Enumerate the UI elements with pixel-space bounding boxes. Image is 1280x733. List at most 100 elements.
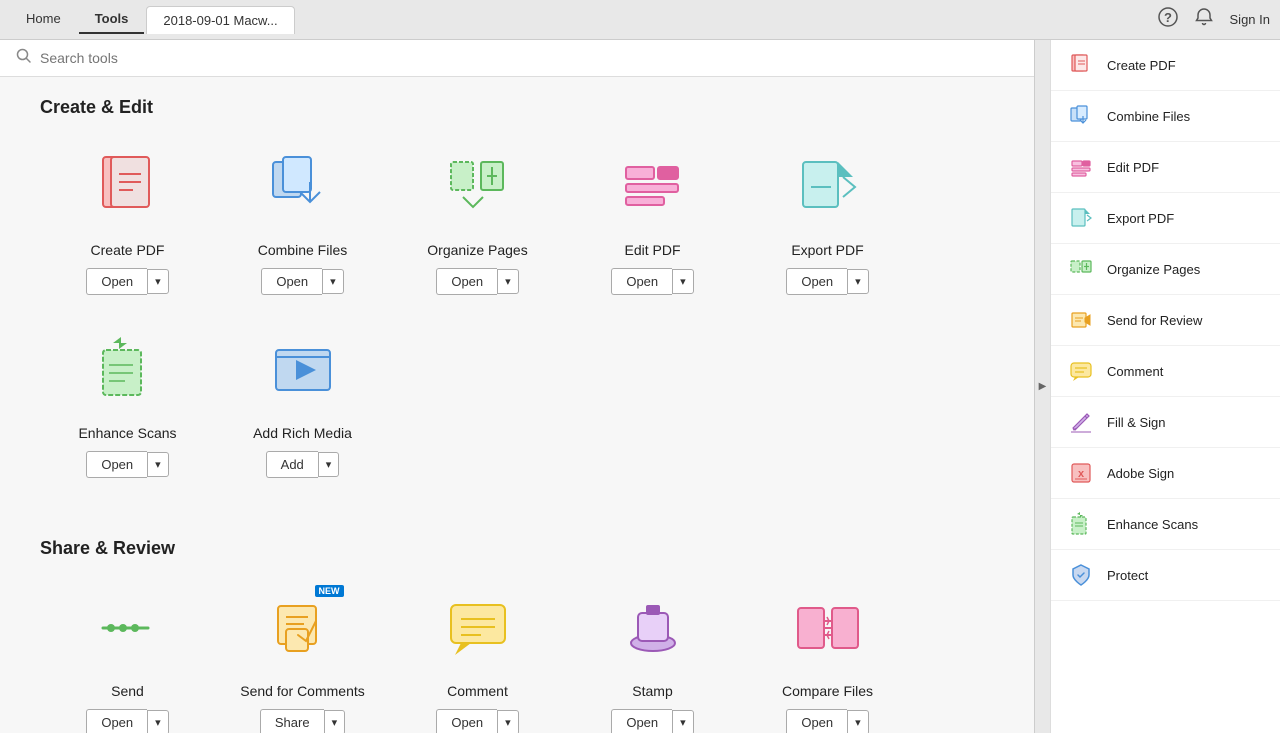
enhance-scans-icon xyxy=(83,325,173,415)
edit-pdf-arrow-btn[interactable]: ▾ xyxy=(672,269,694,294)
sidebar-create-pdf-icon xyxy=(1067,51,1095,79)
notifications-button[interactable] xyxy=(1194,7,1214,32)
tool-enhance-scans: Enhance Scans Open ▾ xyxy=(40,325,215,478)
sidebar-edit-pdf-label: Edit PDF xyxy=(1107,160,1159,175)
tab-home[interactable]: Home xyxy=(10,5,77,34)
tools-content: Create & Edit C xyxy=(0,77,1034,733)
sidebar-item-fill-sign[interactable]: Fill & Sign xyxy=(1051,397,1280,448)
tab-tools[interactable]: Tools xyxy=(79,5,145,34)
combine-files-arrow-btn[interactable]: ▾ xyxy=(322,269,344,294)
stamp-arrow-btn[interactable]: ▾ xyxy=(672,710,694,733)
send-icon xyxy=(83,583,173,673)
create-pdf-open-btn[interactable]: Open xyxy=(86,268,147,295)
search-input[interactable] xyxy=(40,50,1018,66)
add-rich-media-add-btn[interactable]: Add xyxy=(266,451,318,478)
send-arrow-btn[interactable]: ▾ xyxy=(147,710,169,733)
sidebar-combine-files-icon xyxy=(1067,102,1095,130)
collapse-icon: ▶ xyxy=(1039,381,1047,392)
svg-text:x: x xyxy=(1078,468,1085,480)
new-badge-wrap: NEW xyxy=(268,591,338,666)
sidebar-protect-icon xyxy=(1067,561,1095,589)
comment-open-btn[interactable]: Open xyxy=(436,709,497,733)
create-pdf-label: Create PDF xyxy=(91,242,165,258)
add-rich-media-arrow-btn[interactable]: ▾ xyxy=(318,452,340,477)
sidebar-adobe-sign-icon: x xyxy=(1067,459,1095,487)
tool-export-pdf: Export PDF Open ▾ xyxy=(740,142,915,295)
sidebar-fill-sign-icon xyxy=(1067,408,1095,436)
send-comment-arrow-btn[interactable]: ▾ xyxy=(324,710,346,733)
add-rich-media-btn-group: Add ▾ xyxy=(266,451,340,478)
new-badge: NEW xyxy=(315,585,344,597)
send-open-btn[interactable]: Open xyxy=(86,709,147,733)
enhance-scans-label: Enhance Scans xyxy=(78,425,176,441)
create-pdf-arrow-btn[interactable]: ▾ xyxy=(147,269,169,294)
sidebar-item-adobe-sign[interactable]: x Adobe Sign xyxy=(1051,448,1280,499)
collapse-handle[interactable]: ▶ xyxy=(1034,40,1050,733)
sidebar-export-pdf-icon xyxy=(1067,204,1095,232)
sidebar-organize-pages-icon xyxy=(1067,255,1095,283)
compare-arrow-btn[interactable]: ▾ xyxy=(847,710,869,733)
search-icon xyxy=(16,48,32,68)
compare-icon xyxy=(783,583,873,673)
sidebar-adobe-sign-label: Adobe Sign xyxy=(1107,466,1174,481)
enhance-scans-btn-group: Open ▾ xyxy=(86,451,168,478)
export-pdf-btn-group: Open ▾ xyxy=(786,268,868,295)
sidebar-item-combine-files[interactable]: Combine Files xyxy=(1051,91,1280,142)
add-rich-media-label: Add Rich Media xyxy=(253,425,352,441)
comment-arrow-btn[interactable]: ▾ xyxy=(497,710,519,733)
sidebar-fill-sign-label: Fill & Sign xyxy=(1107,415,1166,430)
edit-pdf-icon xyxy=(608,142,698,232)
tool-add-rich-media: Add Rich Media Add ▾ xyxy=(215,325,390,478)
edit-pdf-label: Edit PDF xyxy=(624,242,680,258)
tab-doc[interactable]: 2018-09-01 Macw... xyxy=(146,6,294,34)
combine-files-icon xyxy=(258,142,348,232)
compare-open-btn[interactable]: Open xyxy=(786,709,847,733)
enhance-scans-open-btn[interactable]: Open xyxy=(86,451,147,478)
section-create-edit: Create & Edit C xyxy=(40,97,994,508)
combine-files-btn-group: Open ▾ xyxy=(261,268,343,295)
sidebar-combine-files-label: Combine Files xyxy=(1107,109,1190,124)
organize-pages-open-btn[interactable]: Open xyxy=(436,268,497,295)
send-label: Send xyxy=(111,683,144,699)
export-pdf-arrow-btn[interactable]: ▾ xyxy=(847,269,869,294)
sidebar-item-enhance-scans[interactable]: Enhance Scans xyxy=(1051,499,1280,550)
stamp-label: Stamp xyxy=(632,683,672,699)
sidebar-create-pdf-label: Create PDF xyxy=(1107,58,1176,73)
sidebar-item-organize-pages[interactable]: Organize Pages xyxy=(1051,244,1280,295)
right-sidebar: Create PDF Combine Files xyxy=(1050,40,1280,733)
organize-pages-btn-group: Open ▾ xyxy=(436,268,518,295)
organize-pages-arrow-btn[interactable]: ▾ xyxy=(497,269,519,294)
sidebar-send-for-review-icon xyxy=(1067,306,1095,334)
stamp-open-btn[interactable]: Open xyxy=(611,709,672,733)
sidebar-export-pdf-label: Export PDF xyxy=(1107,211,1174,226)
sidebar-item-protect[interactable]: Protect xyxy=(1051,550,1280,601)
stamp-icon xyxy=(608,583,698,673)
create-pdf-btn-group: Open ▾ xyxy=(86,268,168,295)
organize-pages-label: Organize Pages xyxy=(427,242,527,258)
sidebar-item-edit-pdf[interactable]: Edit PDF xyxy=(1051,142,1280,193)
send-comment-icon: NEW xyxy=(258,583,348,673)
send-comment-label: Send for Comments xyxy=(240,683,365,699)
sidebar-item-send-for-review[interactable]: Send for Review xyxy=(1051,295,1280,346)
top-right-controls: ? Sign In xyxy=(1158,7,1270,32)
organize-pages-icon xyxy=(433,142,523,232)
sidebar-item-create-pdf[interactable]: Create PDF xyxy=(1051,40,1280,91)
export-pdf-open-btn[interactable]: Open xyxy=(786,268,847,295)
edit-pdf-open-btn[interactable]: Open xyxy=(611,268,672,295)
send-comment-share-btn[interactable]: Share xyxy=(260,709,324,733)
send-comment-btn-group: Share ▾ xyxy=(260,709,345,733)
top-bar: Home Tools 2018-09-01 Macw... ? Sign In xyxy=(0,0,1280,40)
tool-comment: Comment Open ▾ xyxy=(390,583,565,733)
sidebar-send-for-review-label: Send for Review xyxy=(1107,313,1202,328)
combine-files-open-btn[interactable]: Open xyxy=(261,268,322,295)
content-area: Create & Edit C xyxy=(0,40,1034,733)
create-pdf-icon xyxy=(83,142,173,232)
sign-in-button[interactable]: Sign In xyxy=(1230,12,1270,27)
sidebar-comment-icon xyxy=(1067,357,1095,385)
sidebar-item-comment[interactable]: Comment xyxy=(1051,346,1280,397)
compare-label: Compare Files xyxy=(782,683,873,699)
help-button[interactable]: ? xyxy=(1158,7,1178,32)
sidebar-item-export-pdf[interactable]: Export PDF xyxy=(1051,193,1280,244)
enhance-scans-arrow-btn[interactable]: ▾ xyxy=(147,452,169,477)
comment-icon xyxy=(433,583,523,673)
